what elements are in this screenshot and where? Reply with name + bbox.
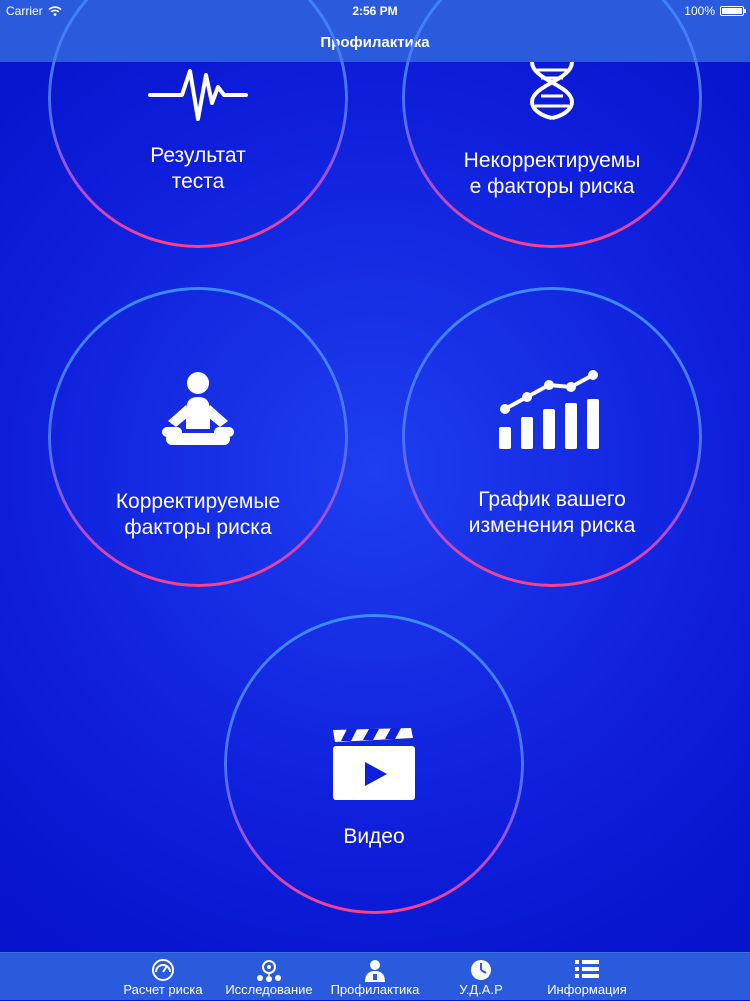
circle-label: Результат теста xyxy=(150,144,246,193)
tab-udar[interactable]: У.Д.А.Р xyxy=(428,953,534,1001)
status-right: 100% xyxy=(684,4,746,18)
video-button[interactable]: Видео xyxy=(224,614,524,914)
gauge-icon xyxy=(152,959,174,981)
circle-label: Некорректируемы е факторы риска xyxy=(463,149,641,198)
tab-risk-calculation[interactable]: Расчет риска xyxy=(110,953,216,1001)
dna-icon xyxy=(529,61,575,120)
risk-chart-button[interactable]: График вашего изменения риска xyxy=(402,287,702,587)
circle-label: Корректируемые факторы риска xyxy=(115,490,281,539)
heartbeat-icon xyxy=(148,69,248,121)
modifiable-factors-button[interactable]: Корректируемые факторы риска xyxy=(48,287,348,587)
circle-label: График вашего изменения риска xyxy=(468,488,636,537)
battery-percent: 100% xyxy=(684,4,715,18)
clock-icon xyxy=(471,960,491,980)
circle-label: Видео xyxy=(343,825,405,848)
tab-research[interactable]: Исследование xyxy=(216,953,322,1001)
meditation-icon xyxy=(162,372,234,445)
video-clapper-icon xyxy=(333,728,415,800)
battery-icon xyxy=(720,6,746,16)
network-icon xyxy=(257,960,281,982)
tab-bar: Расчет риска Исследование Профилактика У… xyxy=(0,952,750,1000)
tab-prevention[interactable]: Профилактика xyxy=(322,953,428,1001)
doctor-icon xyxy=(365,960,385,982)
list-icon xyxy=(575,960,599,978)
tab-information[interactable]: Информация xyxy=(534,953,640,1001)
growth-chart-icon xyxy=(499,370,599,449)
tab-label: Информация xyxy=(547,982,627,997)
